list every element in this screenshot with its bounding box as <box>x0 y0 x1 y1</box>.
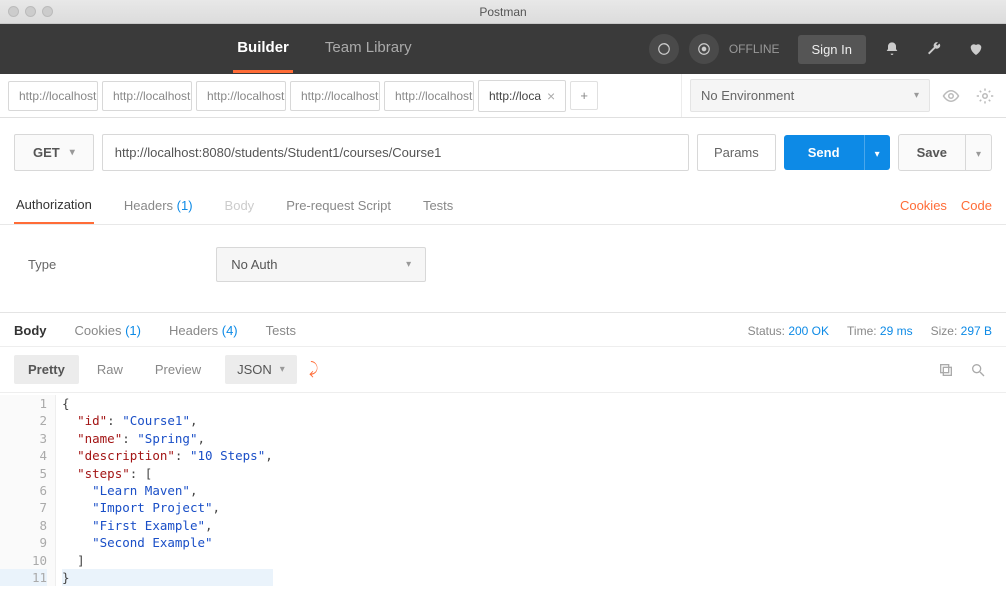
response-section: Body Cookies (1) Headers (4) Tests Statu… <box>0 312 1006 586</box>
tab-headers[interactable]: Headers (1) <box>122 188 195 223</box>
cookies-link[interactable]: Cookies <box>900 198 947 213</box>
time-meta: Time: 29 ms <box>847 324 913 338</box>
response-body: 1 2 3 4 5 6 7 8 9 10 11 { "id": "Course1… <box>0 393 1006 586</box>
window-titlebar: Postman <box>0 0 1006 24</box>
copy-icon[interactable] <box>932 362 960 378</box>
tab-prerequest[interactable]: Pre-request Script <box>284 188 393 223</box>
heart-icon[interactable] <box>960 33 992 65</box>
offline-label: OFFLINE <box>729 42 780 56</box>
window-max-dot[interactable] <box>42 6 53 17</box>
save-caret[interactable]: ▾ <box>966 134 992 171</box>
window-close-dot[interactable] <box>8 6 19 17</box>
sync-icon[interactable] <box>649 34 679 64</box>
tab-authorization[interactable]: Authorization <box>14 187 94 224</box>
chevron-down-icon: ▾ <box>280 364 285 375</box>
method-select[interactable]: GET▾ <box>14 134 94 171</box>
request-tab[interactable]: http://localhost <box>196 81 286 111</box>
env-quicklook-icon[interactable] <box>938 87 964 105</box>
tab-tests[interactable]: Tests <box>421 188 455 223</box>
resp-tab-tests[interactable]: Tests <box>266 323 296 338</box>
auth-panel: Type No Auth▾ <box>0 225 1006 312</box>
line-gutter: 1 2 3 4 5 6 7 8 9 10 11 <box>0 395 56 586</box>
nav-team-library[interactable]: Team Library <box>321 25 416 73</box>
size-meta: Size: 297 B <box>931 324 992 338</box>
resp-tab-headers[interactable]: Headers (4) <box>169 323 238 338</box>
window-title: Postman <box>479 5 526 19</box>
request-tab[interactable]: http://localhost <box>384 81 474 111</box>
search-icon[interactable] <box>964 362 992 378</box>
send-caret[interactable]: ▾ <box>864 135 890 170</box>
sign-in-button[interactable]: Sign In <box>798 35 866 64</box>
request-tab[interactable]: http://localhost <box>290 81 380 111</box>
view-preview[interactable]: Preview <box>141 355 215 384</box>
code-link[interactable]: Code <box>961 198 992 213</box>
environment-label: No Environment <box>701 88 794 103</box>
params-button[interactable]: Params <box>697 134 776 171</box>
environment-select[interactable]: No Environment ▾ <box>690 79 930 112</box>
nav-builder[interactable]: Builder <box>233 25 293 73</box>
auth-type-select[interactable]: No Auth▾ <box>216 247 426 282</box>
resp-tab-cookies[interactable]: Cookies (1) <box>75 323 141 338</box>
notifications-icon[interactable] <box>876 33 908 65</box>
tab-body[interactable]: Body <box>223 188 257 223</box>
response-viewbar: Pretty Raw Preview JSON▾ ⤸ <box>0 346 1006 393</box>
view-pretty[interactable]: Pretty <box>14 355 79 384</box>
capture-icon[interactable] <box>689 34 719 64</box>
settings-wrench-icon[interactable] <box>918 33 950 65</box>
send-button[interactable]: Send <box>784 135 864 170</box>
request-bar: GET▾ Params Send ▾ Save ▾ <box>0 118 1006 187</box>
status-meta: Status: 200 OK <box>748 324 829 338</box>
chevron-down-icon: ▾ <box>406 259 411 270</box>
request-tab[interactable]: http://localhost <box>8 81 98 111</box>
request-subtabs: Authorization Headers (1) Body Pre-reque… <box>0 187 1006 225</box>
wrap-lines-icon[interactable]: ⤸ <box>301 357 327 383</box>
request-tab-active[interactable]: http://loca× <box>478 80 566 112</box>
window-min-dot[interactable] <box>25 6 36 17</box>
resp-tab-body[interactable]: Body <box>14 323 47 338</box>
request-tab[interactable]: http://localhost <box>102 81 192 111</box>
code-body[interactable]: { "id": "Course1", "name": "Spring", "de… <box>56 395 273 586</box>
add-tab-button[interactable]: + <box>570 81 598 110</box>
format-select[interactable]: JSON▾ <box>225 355 297 384</box>
top-nav: Builder Team Library OFFLINE Sign In <box>0 24 1006 74</box>
chevron-down-icon: ▾ <box>914 90 919 101</box>
url-input[interactable] <box>102 134 689 171</box>
chevron-down-icon: ▾ <box>70 147 75 158</box>
auth-type-label: Type <box>28 257 56 272</box>
env-settings-icon[interactable] <box>972 87 998 105</box>
close-icon[interactable]: × <box>547 88 555 104</box>
save-button[interactable]: Save <box>898 134 966 171</box>
tabs-row: http://localhost http://localhost http:/… <box>0 74 1006 118</box>
view-raw[interactable]: Raw <box>83 355 137 384</box>
